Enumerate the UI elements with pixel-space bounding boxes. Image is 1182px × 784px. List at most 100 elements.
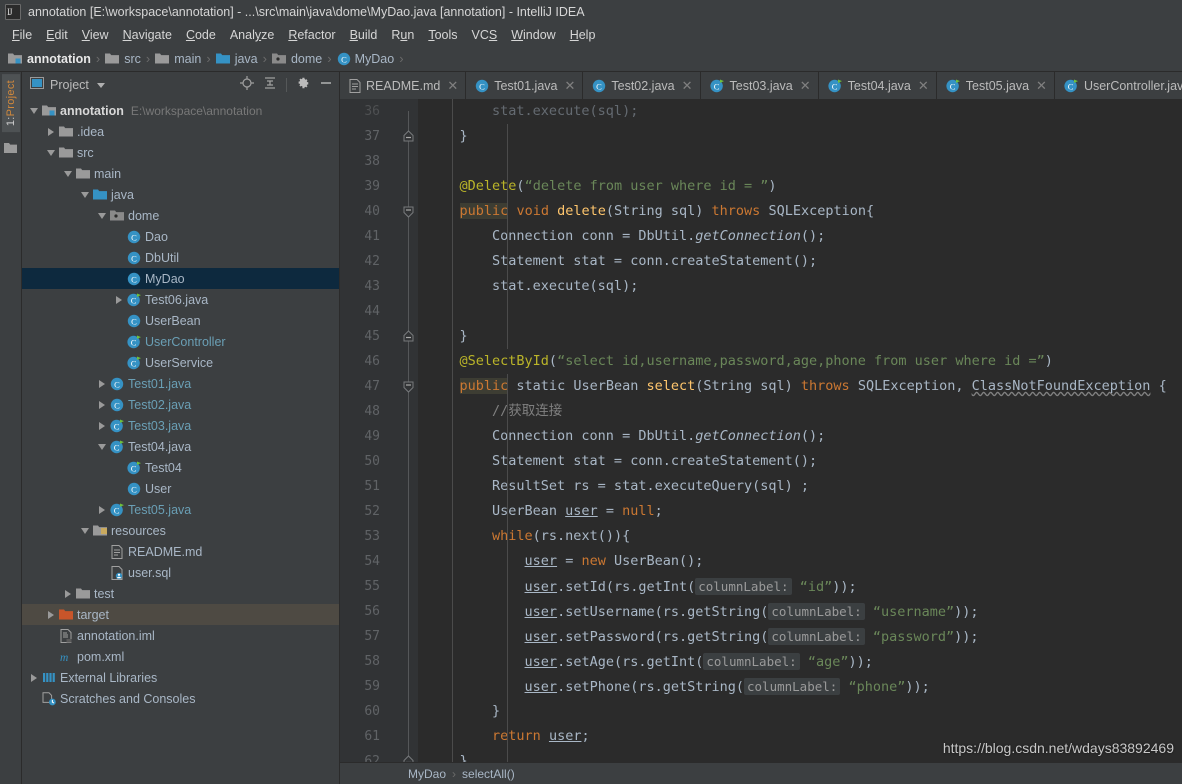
tree-node-dbutil[interactable]: C DbUtil	[22, 247, 339, 268]
breadcrumb-item-src[interactable]: src	[105, 52, 141, 66]
tree-node-test04-java[interactable]: C Test04.java	[22, 436, 339, 457]
chevron-right-icon[interactable]	[96, 379, 108, 388]
tree-node-userbean[interactable]: C UserBean	[22, 310, 339, 331]
tree-node--idea[interactable]: .idea	[22, 121, 339, 142]
line-number: 36	[364, 104, 380, 119]
tree-node-readme-md[interactable]: README.md	[22, 541, 339, 562]
code-editor[interactable]: 36 37 38 39 40 41 42 43 44 45 46 47 48 49 50 51 52 53 54 55…	[340, 99, 1182, 762]
code-fold-collapse-marker[interactable]	[402, 380, 415, 393]
collapse-all-icon[interactable]	[263, 76, 277, 95]
tree-node-main[interactable]: main	[22, 163, 339, 184]
close-icon[interactable]: ✕	[800, 78, 811, 94]
tree-node-src[interactable]: src	[22, 142, 339, 163]
chevron-down-icon[interactable]	[28, 107, 40, 114]
close-icon[interactable]: ✕	[682, 78, 693, 94]
menu-item-window[interactable]: Window	[504, 24, 562, 46]
menu-item-help[interactable]: Help	[563, 24, 603, 46]
class-icon: C	[108, 377, 126, 391]
chevron-right-icon[interactable]	[96, 421, 108, 430]
tree-node-user[interactable]: C User	[22, 478, 339, 499]
code-token: ClassNotFoundException	[971, 378, 1151, 394]
tool-window-tab-project[interactable]: 1:Project	[1, 74, 20, 133]
menu-item-build[interactable]: Build	[343, 24, 385, 46]
menu-item-refactor[interactable]: Refactor	[281, 24, 342, 46]
tree-node-external-libraries[interactable]: External Libraries	[22, 667, 339, 688]
chevron-down-icon[interactable]	[96, 212, 108, 219]
editor-tab-test02-java[interactable]: C Test02.java ✕	[583, 72, 701, 99]
menu-item-navigate[interactable]: Navigate	[116, 24, 179, 46]
settings-gear-icon[interactable]	[296, 76, 310, 95]
menu-item-view[interactable]: View	[75, 24, 116, 46]
close-icon[interactable]: ✕	[1036, 78, 1047, 94]
breadcrumb-item-java[interactable]: java	[215, 52, 258, 66]
menu-item-tools[interactable]: Tools	[421, 24, 464, 46]
chevron-down-icon[interactable]	[96, 443, 108, 450]
breadcrumb-item-annotation[interactable]: annotation	[8, 52, 91, 66]
project-tree[interactable]: annotation E:\workspace\annotation .idea sr…	[22, 98, 339, 784]
tree-node-test03-java[interactable]: C Test03.java	[22, 415, 339, 436]
code-token: Connection conn = DbUtil.	[427, 228, 696, 244]
editor-tab-test05-java[interactable]: C Test05.java ✕	[937, 72, 1055, 99]
chevron-right-icon[interactable]	[28, 673, 40, 682]
close-icon[interactable]: ✕	[918, 78, 929, 94]
editor-breadcrumb-item[interactable]: MyDao	[408, 767, 446, 781]
code-fold-end-marker[interactable]	[402, 755, 415, 762]
menu-item-code[interactable]: Code	[179, 24, 223, 46]
tree-node-dome[interactable]: dome	[22, 205, 339, 226]
editor-tab-test04-java[interactable]: C Test04.java ✕	[819, 72, 937, 99]
chevron-down-icon[interactable]	[96, 82, 105, 88]
menu-item-edit[interactable]: Edit	[39, 24, 75, 46]
breadcrumb-item-main[interactable]: main	[155, 52, 201, 66]
tree-node-test06-java[interactable]: C Test06.java	[22, 289, 339, 310]
menu-item-vcs[interactable]: VCS	[465, 24, 505, 46]
tree-node-test[interactable]: test	[22, 583, 339, 604]
editor-tab-test01-java[interactable]: C Test01.java ✕	[466, 72, 584, 99]
hide-panel-icon[interactable]	[319, 76, 333, 95]
tree-node-java[interactable]: java	[22, 184, 339, 205]
chevron-down-icon[interactable]	[62, 170, 74, 177]
editor-breadcrumb-item[interactable]: selectAll()	[462, 767, 515, 781]
tree-node-test01-java[interactable]: C Test01.java	[22, 373, 339, 394]
tree-node-dao[interactable]: C Dao	[22, 226, 339, 247]
code-fold-end-marker[interactable]	[402, 330, 415, 343]
tree-node-user-sql[interactable]: user.sql	[22, 562, 339, 583]
close-icon[interactable]: ✕	[447, 78, 458, 94]
menu-item-run[interactable]: Run	[384, 24, 421, 46]
tree-node-scratches-and-consoles[interactable]: Scratches and Consoles	[22, 688, 339, 709]
editor-tab-usercontroller-java[interactable]: CUserController.java✕	[1055, 72, 1182, 99]
editor-code-text[interactable]: stat.execute(sql); } @Delete(“delete fro…	[418, 99, 1182, 762]
tree-node-test02-java[interactable]: C Test02.java	[22, 394, 339, 415]
breadcrumb-item-dome[interactable]: dome	[271, 52, 322, 66]
chevron-down-icon[interactable]	[79, 191, 91, 198]
chevron-down-icon[interactable]	[45, 149, 57, 156]
tree-node-test05-java[interactable]: C Test05.java	[22, 499, 339, 520]
tree-node-usercontroller[interactable]: C UserController	[22, 331, 339, 352]
chevron-right-icon[interactable]	[45, 127, 57, 136]
editor-gutter[interactable]: 36 37 38 39 40 41 42 43 44 45 46 47 48 49 50 51 52 53 54 55…	[340, 99, 418, 762]
tree-node-target[interactable]: target	[22, 604, 339, 625]
menu-item-file[interactable]: File	[5, 24, 39, 46]
chevron-right-icon[interactable]	[96, 505, 108, 514]
breadcrumb-item-mydao[interactable]: C MyDao	[337, 52, 394, 66]
code-token: =	[557, 553, 582, 569]
chevron-right-icon[interactable]	[96, 400, 108, 409]
locate-icon[interactable]	[240, 75, 254, 95]
tree-node-pom-xml[interactable]: m pom.xml	[22, 646, 339, 667]
tree-node-resources[interactable]: resources	[22, 520, 339, 541]
menu-item-analyze[interactable]: Analyze	[223, 24, 281, 46]
editor-tab-readme-md[interactable]: README.md ✕	[340, 72, 467, 99]
code-fold-collapse-marker[interactable]	[402, 205, 415, 218]
tree-node-annotation-iml[interactable]: annotation.iml	[22, 625, 339, 646]
chevron-down-icon[interactable]	[79, 527, 91, 534]
chevron-right-icon[interactable]	[45, 610, 57, 619]
chevron-right-icon[interactable]	[113, 295, 125, 304]
tree-node-annotation[interactable]: annotation E:\workspace\annotation	[22, 100, 339, 121]
editor-tab-test03-java[interactable]: C Test03.java ✕	[701, 72, 819, 99]
close-icon[interactable]: ✕	[564, 78, 575, 94]
code-fold-end-marker[interactable]	[402, 130, 415, 143]
tree-node-mydao[interactable]: C MyDao	[22, 268, 339, 289]
chevron-right-icon[interactable]	[62, 589, 74, 598]
tree-node-userservice[interactable]: C UserService	[22, 352, 339, 373]
folder-icon[interactable]	[4, 140, 17, 158]
tree-node-test04[interactable]: C Test04	[22, 457, 339, 478]
